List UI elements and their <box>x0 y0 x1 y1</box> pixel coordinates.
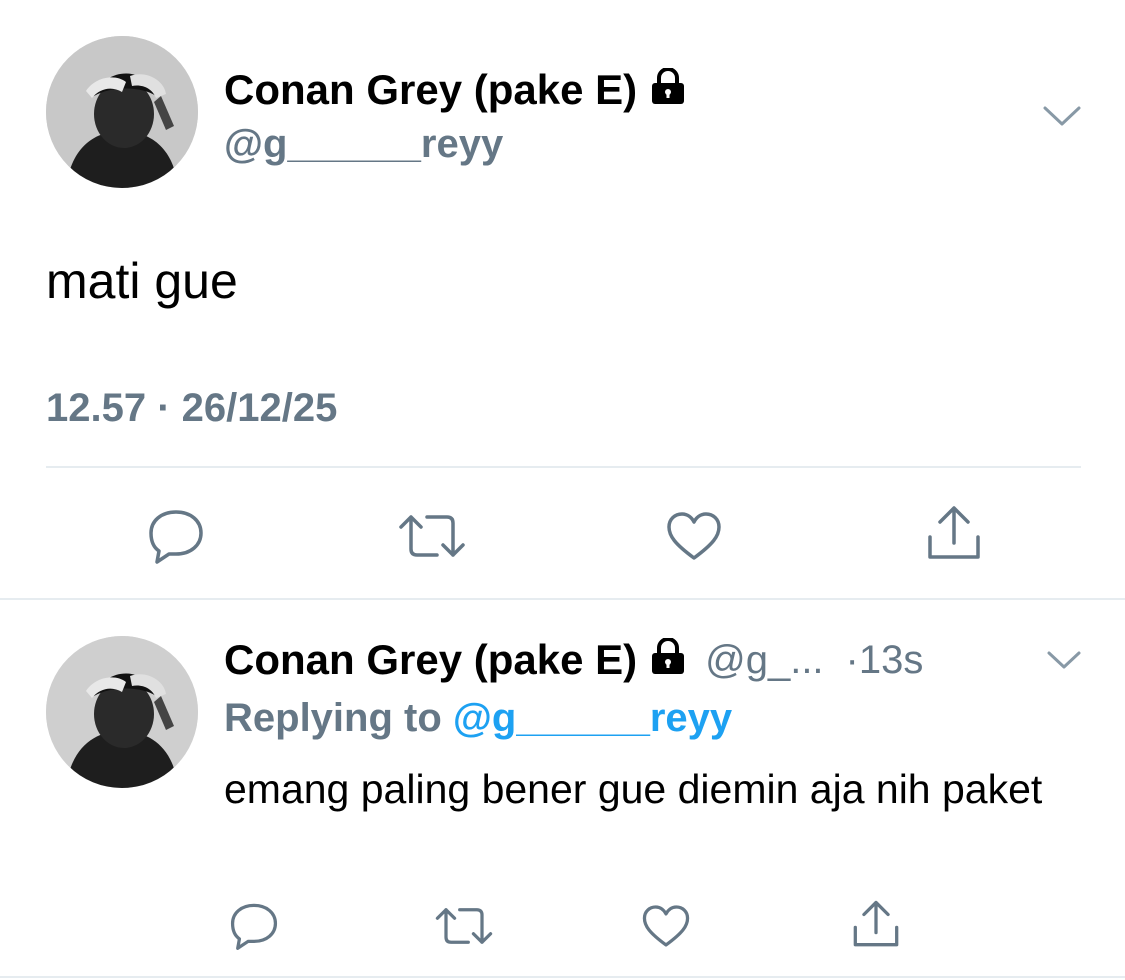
display-name[interactable]: Conan Grey (pake E) <box>224 638 637 681</box>
avatar[interactable] <box>46 636 198 788</box>
retweet-icon[interactable] <box>396 506 468 566</box>
chevron-down-icon[interactable] <box>1042 642 1086 678</box>
replying-to-mention[interactable]: @g______reyy <box>453 696 732 740</box>
display-name-text[interactable]: Conan Grey (pake E) <box>224 66 637 113</box>
display-name[interactable]: Conan Grey (pake E) <box>224 66 687 113</box>
chevron-down-icon[interactable] <box>1040 96 1084 136</box>
divider <box>0 976 1125 978</box>
heart-icon[interactable] <box>638 900 694 952</box>
avatar[interactable] <box>46 36 198 188</box>
retweet-icon[interactable] <box>432 900 496 952</box>
share-icon[interactable] <box>922 500 986 566</box>
reply-icon[interactable] <box>144 506 208 566</box>
tweet-timestamp[interactable]: 12.57 · 26/12/25 <box>46 388 337 428</box>
heart-icon[interactable] <box>662 506 726 566</box>
replying-to: Replying to @g______reyy <box>224 698 732 738</box>
reply-icon[interactable] <box>226 900 282 952</box>
divider <box>46 466 1081 468</box>
handle[interactable]: @g______reyy <box>224 124 503 164</box>
tweet-text: emang paling bener gue diemin aja nih pa… <box>224 766 1043 812</box>
reply-header: Conan Grey (pake E) @g_... ·13s <box>224 637 924 681</box>
tweet-time[interactable]: ·13s <box>846 640 924 680</box>
replying-to-label: Replying to <box>224 696 442 740</box>
lock-icon <box>649 67 687 113</box>
handle[interactable]: @g_... <box>705 640 823 680</box>
tweet-text: mati gue <box>46 253 238 309</box>
lock-icon <box>649 637 687 681</box>
share-icon[interactable] <box>848 896 904 952</box>
divider <box>0 598 1125 600</box>
